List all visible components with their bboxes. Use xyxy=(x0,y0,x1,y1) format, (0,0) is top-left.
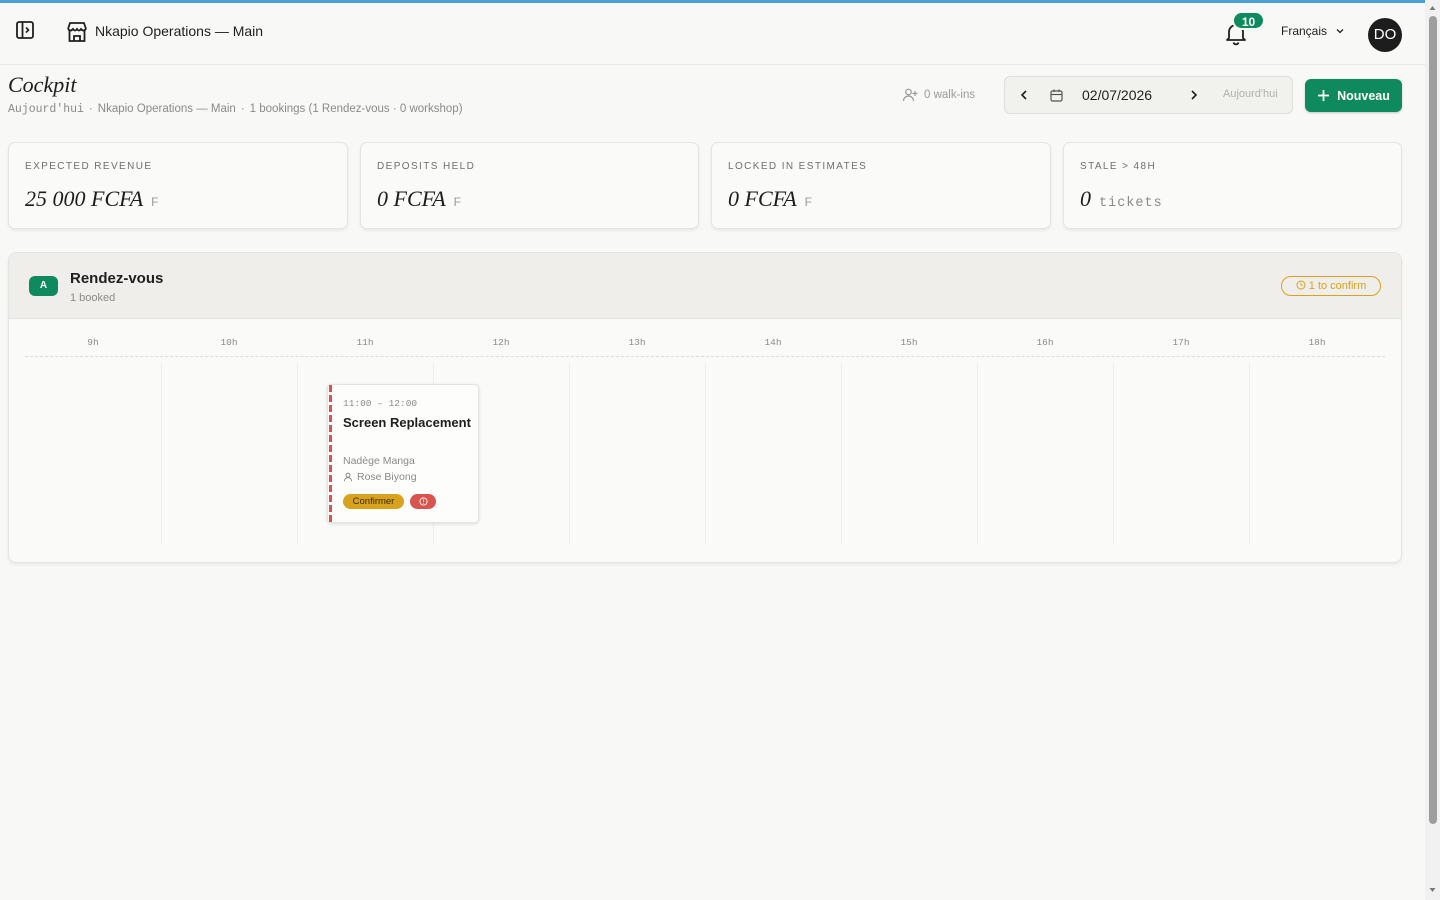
lane-badge: A xyxy=(29,276,58,296)
kpi-unit: F xyxy=(151,195,159,209)
hour-label: 12h xyxy=(492,337,510,348)
date-navigator: 02/07/2026 Aujourd'hui xyxy=(1004,76,1293,114)
hour-label: 13h xyxy=(628,337,646,348)
appointment-title: Screen Replacement xyxy=(343,415,471,430)
kpi-amount: 0 FCFA xyxy=(728,186,797,211)
kpi-amount: 25 000 FCFA xyxy=(25,186,144,211)
kpi-card-deposits-held: Deposits held 0 FCFA F xyxy=(360,142,699,229)
kpi-value: 0 FCFA F xyxy=(728,186,813,212)
language-label: Français xyxy=(1281,24,1328,38)
notification-count-badge: 10 xyxy=(1232,11,1265,30)
scrollbar-thumb[interactable] xyxy=(1429,16,1437,824)
kpi-value: 0 tickets xyxy=(1080,186,1163,212)
hour-label: 16h xyxy=(1036,337,1054,348)
lane-title: Rendez-vous xyxy=(70,270,164,287)
schedule-panel: A Rendez-vous 1 booked 1 to confirm 9h 1… xyxy=(8,252,1402,563)
chevron-left-icon[interactable] xyxy=(1017,88,1031,102)
hour-axis: 9h 10h 11h 12h 13h 14h 15h 16h 17h 18h xyxy=(25,337,1385,357)
appointment-card[interactable]: 11:00 – 12:00 Screen Replacement Nadège … xyxy=(327,384,479,524)
kpi-label: Expected revenue xyxy=(25,161,153,172)
scroll-up-arrow-icon[interactable] xyxy=(1428,4,1437,12)
hour-label: 11h xyxy=(356,337,374,348)
hour-gridline xyxy=(1113,363,1114,545)
user-icon xyxy=(343,472,353,482)
app-title: Nkapio Operations — Main xyxy=(95,23,264,39)
hour-label: 10h xyxy=(220,337,238,348)
page-subtitle: Aujourd'hui · Nkapio Operations — Main · 1 b… xyxy=(8,103,463,116)
hour-gridline xyxy=(841,363,842,545)
clock-icon xyxy=(1296,280,1306,290)
hour-label: 14h xyxy=(764,337,782,348)
appointment-staff-name: Rose Biyong xyxy=(357,471,417,483)
kpi-value: 0 FCFA F xyxy=(377,186,462,212)
page-title: Cockpit xyxy=(8,72,77,97)
kpi-card-expected-revenue: Expected revenue 25 000 FCFA F xyxy=(8,142,348,229)
lane-booked-count: 1 booked xyxy=(70,292,116,304)
kpi-amount: 0 xyxy=(1080,186,1091,211)
hour-gridline xyxy=(161,363,162,545)
kpi-label: Stale > 48h xyxy=(1080,161,1157,172)
user-avatar[interactable]: DO xyxy=(1368,18,1402,52)
kpi-card-stale-tickets: Stale > 48h 0 tickets xyxy=(1063,142,1402,229)
kpi-unit: tickets xyxy=(1099,196,1163,211)
app-window: Nkapio Operations — Main 10 Français DO … xyxy=(0,0,1425,900)
kpi-unit: F xyxy=(453,195,462,209)
chevron-right-icon[interactable] xyxy=(1187,88,1201,102)
hour-label: 9h xyxy=(87,337,99,348)
store-icon xyxy=(67,22,87,42)
kpi-value: 25 000 FCFA F xyxy=(25,186,159,212)
walkins-indicator[interactable]: 0 walk-ins xyxy=(902,87,975,103)
date-display[interactable]: 02/07/2026 xyxy=(1082,87,1152,103)
hour-gridline xyxy=(1249,363,1250,545)
appointment-status-stripe xyxy=(329,385,332,524)
plus-icon xyxy=(1318,90,1330,101)
hour-gridline xyxy=(297,363,298,545)
confirm-appointment-button[interactable]: Confirmer xyxy=(343,494,404,509)
kpi-unit: F xyxy=(804,195,813,209)
hour-label: 17h xyxy=(1172,337,1190,348)
user-plus-icon xyxy=(902,88,918,102)
vertical-scrollbar[interactable] xyxy=(1425,0,1440,900)
new-button-label: Nouveau xyxy=(1337,88,1390,103)
subtitle-location: Nkapio Operations — Main xyxy=(97,103,236,115)
hour-label: 18h xyxy=(1308,337,1326,348)
appointment-client: Nadège Manga xyxy=(343,455,415,467)
kpi-label: Deposits held xyxy=(377,161,476,172)
new-button[interactable]: Nouveau xyxy=(1305,79,1402,112)
to-confirm-label: 1 to confirm xyxy=(1308,280,1367,292)
hour-label: 15h xyxy=(900,337,918,348)
chevron-down-icon xyxy=(1336,29,1344,34)
subtitle-bookings: 1 bookings (1 Rendez-vous · 0 workshop) xyxy=(249,103,463,115)
walkins-label: 0 walk-ins xyxy=(924,89,976,101)
appointment-staff: Rose Biyong xyxy=(343,471,417,483)
kpi-label: Locked in estimates xyxy=(728,161,868,172)
to-confirm-badge[interactable]: 1 to confirm xyxy=(1281,276,1381,296)
alert-button[interactable] xyxy=(410,494,436,509)
hour-gridline xyxy=(705,363,706,545)
calendar-icon xyxy=(1050,89,1063,102)
schedule-lane-header: A Rendez-vous 1 booked 1 to confirm xyxy=(9,253,1401,319)
subtitle-today: Aujourd'hui xyxy=(8,103,84,116)
sidebar-toggle-icon[interactable] xyxy=(14,19,36,41)
language-selector[interactable]: Français xyxy=(1281,24,1345,38)
today-button[interactable]: Aujourd'hui xyxy=(1223,88,1278,100)
kpi-amount: 0 FCFA xyxy=(377,186,446,211)
appointment-time: 11:00 – 12:00 xyxy=(343,398,418,409)
top-header: Nkapio Operations — Main 10 Français DO xyxy=(0,3,1425,65)
hour-gridline xyxy=(977,363,978,545)
kpi-card-locked-in-estimates: Locked in estimates 0 FCFA F xyxy=(711,142,1051,229)
scroll-down-arrow-icon[interactable] xyxy=(1428,886,1437,894)
alert-circle-icon xyxy=(418,497,428,506)
hour-gridline xyxy=(569,363,570,545)
